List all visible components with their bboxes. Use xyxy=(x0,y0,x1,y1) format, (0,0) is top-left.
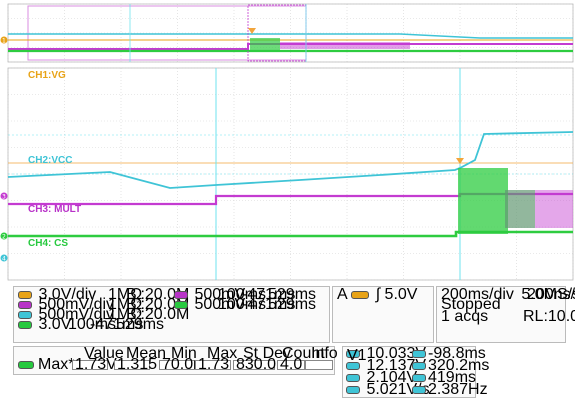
m4-badge xyxy=(174,300,188,309)
c1-badge xyxy=(18,290,32,299)
ground-marker-label-2: 2 xyxy=(2,234,6,241)
waveform-display[interactable]: CH1:VG CH2:VCC CH3: MULT CH4: CS 1 2 3 4 xyxy=(0,0,575,282)
timebase-panel[interactable]: 200ms/div 5.0MS/s 200ns/pt Stopped 1 acq… xyxy=(436,286,575,343)
ground-marker-label-3: 3 xyxy=(2,194,6,201)
cursor-freq-badge xyxy=(412,385,426,394)
trigger-channel-badge xyxy=(351,290,370,299)
meas-stdev: 830.0m xyxy=(233,357,289,373)
meas-min: 70.0m xyxy=(159,357,206,373)
meas-info xyxy=(305,360,333,370)
channel-label-ch1: CH1:VG xyxy=(28,70,66,81)
c4-badge xyxy=(18,320,32,329)
channel-label-ch4: CH4: CS xyxy=(28,238,68,249)
trigger-panel[interactable]: A ∫ 5.0V xyxy=(332,286,434,343)
ground-marker-label-1: 1 xyxy=(2,38,6,45)
measurement-row[interactable]: Max* 1.73V 1.315 70.0m 1.73 830.0m 4.0 xyxy=(14,356,334,373)
meas-mean: 1.315 xyxy=(114,357,157,373)
acquisition-count: 1 acqs xyxy=(441,308,489,325)
ground-marker-label-4: 4 xyxy=(2,256,6,263)
channel-settings-panel: 3.0V/div 1MΩ BW:20.0M 500mV/div 1MΩ BW:2… xyxy=(13,286,330,343)
time-per-point: 200ns/pt xyxy=(527,286,575,303)
channel-label-ch3: CH3: MULT xyxy=(28,204,81,215)
m3-badge xyxy=(174,290,188,299)
c4-span: 529ms xyxy=(116,316,165,333)
channel-row-c4[interactable]: 3.0V 100ms -471ms 529ms xyxy=(18,317,164,333)
cursor-slope-badge xyxy=(346,385,360,394)
c3-badge xyxy=(18,310,32,319)
ch4-burst-tail xyxy=(505,190,535,228)
c2-badge xyxy=(18,300,32,309)
cursor-panel: V1 10.033V -98.8ms 12.137V 320.2ms 2.104… xyxy=(342,346,489,398)
trigger-source: A xyxy=(337,286,347,303)
cursor-freq-value: 2.387Hz xyxy=(428,381,488,398)
header-info: Info xyxy=(311,345,338,362)
channel-label-ch2: CH2:VCC xyxy=(28,155,72,166)
meas-value: 1.73V xyxy=(72,357,117,373)
overview-ch3-burst xyxy=(280,42,410,49)
overview-ch4-burst xyxy=(250,38,280,50)
meas-name: Max* xyxy=(38,356,75,373)
cursor-dv-badge xyxy=(346,373,360,382)
measurement-panel: Value Mean Min Max St Dev Count Info Max… xyxy=(13,345,338,375)
meas-channel-badge xyxy=(18,360,34,369)
trigger-level: 5.0V xyxy=(384,286,418,303)
cursor-v1-badge: V1 xyxy=(346,346,367,364)
c4-scale: 3.0V xyxy=(38,316,72,333)
m4-span: 529ms xyxy=(268,296,317,313)
math-row-m4[interactable]: 500mV 100ms -471ms 529ms xyxy=(174,297,316,313)
ch4-burst xyxy=(458,168,508,234)
cursor-v2-badge xyxy=(346,361,360,370)
record-length: RL:10.0M xyxy=(523,308,575,325)
trigger-slope-icon: ∫ xyxy=(375,286,381,303)
cursor-row-4[interactable]: 5.021V/s 2.387Hz xyxy=(346,382,488,398)
meas-count: 4.0 xyxy=(277,357,305,373)
meas-max: 1.73 xyxy=(195,357,231,373)
